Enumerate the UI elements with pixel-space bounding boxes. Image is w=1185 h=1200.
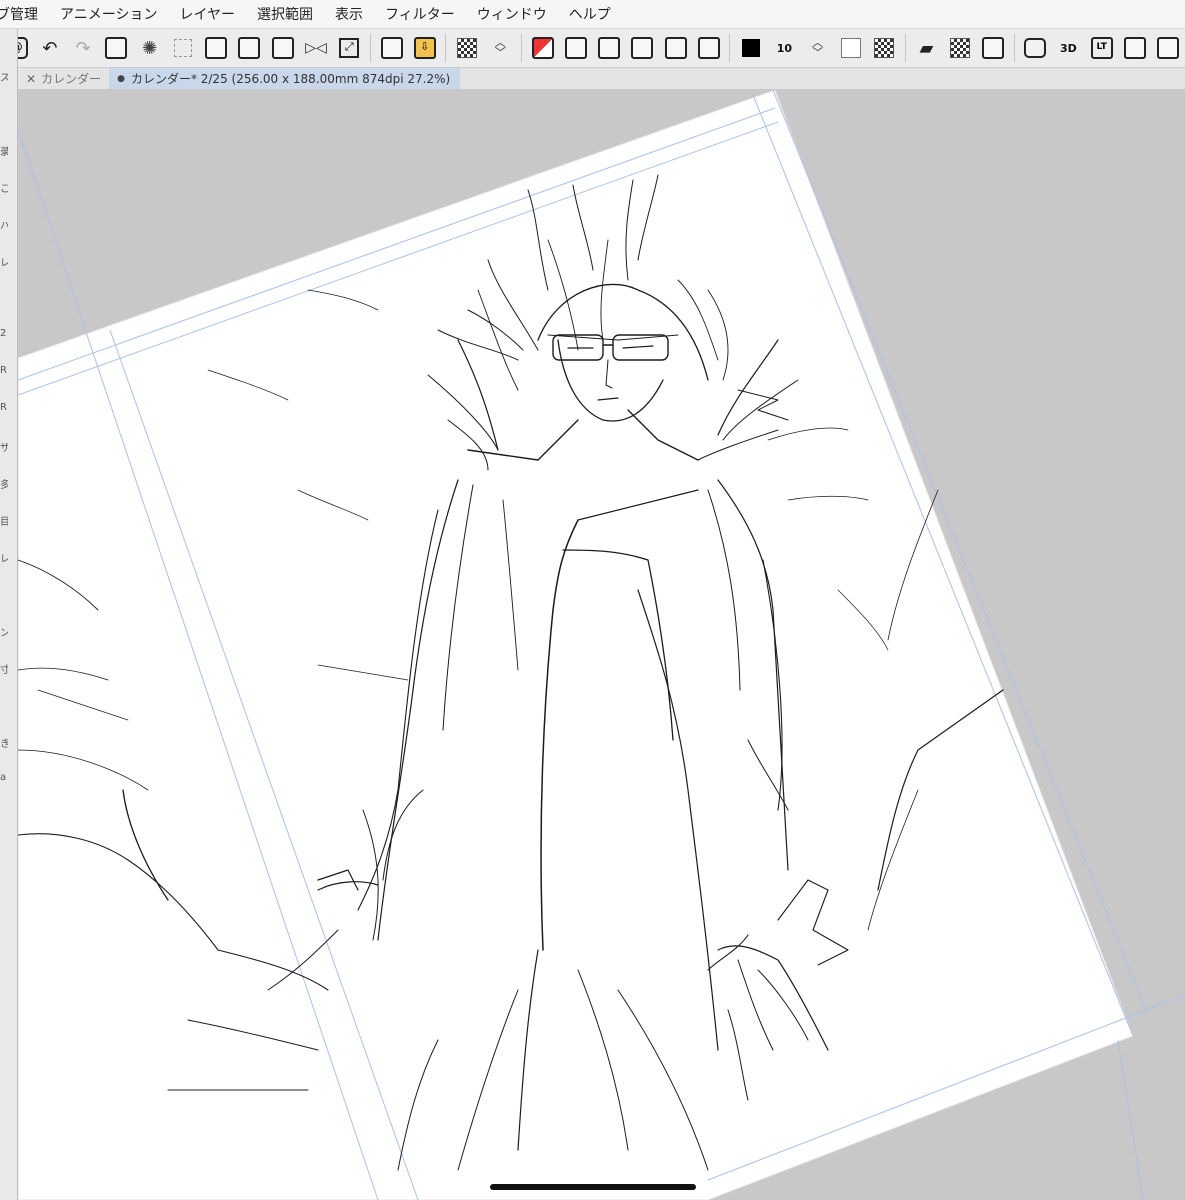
cat-icon[interactable] — [1023, 35, 1048, 61]
command-bar: @↶↷✺▷◁⤢⇩︿﹀10︿﹀▰3DLT — [0, 29, 1185, 68]
updown-icon[interactable]: ︿ ﹀ — [488, 35, 513, 61]
left-panel-fragment: ハ — [0, 221, 8, 232]
menu-item-1[interactable]: アニメーション — [60, 4, 157, 24]
menu-item-7[interactable]: ヘルプ — [569, 4, 611, 24]
tab-calendar[interactable]: ✕ カレンダー — [18, 68, 109, 89]
left-panel-fragment: R — [0, 402, 7, 413]
left-panel-fragment: 录 — [0, 147, 8, 158]
loading-icon[interactable]: ✺ — [137, 35, 162, 61]
menu-item-4[interactable]: 表示 — [335, 4, 363, 24]
left-panel-fragment: き — [0, 739, 8, 750]
toolbar-separator — [729, 34, 731, 62]
close-tab-icon[interactable]: ✕ — [26, 72, 36, 86]
menu-bar: ブ管理 アニメーション レイヤー 選択範囲 表示 フィルター ウィンドウ ヘルプ — [0, 0, 1185, 29]
transparent-icon[interactable] — [872, 35, 897, 61]
layer-export-icon[interactable] — [204, 35, 229, 61]
selection-icon[interactable] — [270, 35, 295, 61]
new-layer-icon[interactable] — [563, 35, 588, 61]
toolbar-separator — [369, 34, 371, 62]
open-folder-icon[interactable]: ▰ — [914, 35, 939, 61]
transform-icon[interactable]: ⤢ — [337, 35, 362, 61]
pen-icon[interactable] — [1156, 35, 1181, 61]
import-gold-icon[interactable]: ⇩ — [412, 35, 437, 61]
unsaved-dot-icon: ● — [117, 73, 125, 84]
brush-size[interactable]: 10 — [772, 35, 797, 61]
vector-layer-icon[interactable] — [596, 35, 621, 61]
main-color-swatch[interactable] — [738, 35, 763, 61]
left-panel-fragment: ス — [0, 73, 8, 84]
clear-selection-icon[interactable] — [170, 35, 195, 61]
tv-icon[interactable] — [1122, 35, 1147, 61]
redo-icon[interactable]: ↷ — [71, 35, 96, 61]
merge-icon[interactable] — [663, 35, 688, 61]
menu-item-5[interactable]: フィルター — [385, 4, 455, 24]
tab-label-active: カレンダー* 2/25 (256.00 x 188.00mm 874dpi 27… — [130, 72, 451, 86]
left-panel-fragment: 目 — [0, 517, 8, 528]
new-layer-red-icon[interactable] — [530, 35, 555, 61]
layer-icon[interactable] — [237, 35, 262, 61]
import-icon[interactable] — [379, 35, 404, 61]
menu-item-3[interactable]: 選択範囲 — [257, 4, 313, 24]
left-panel-fragment: 寸 — [0, 665, 8, 676]
3d-icon[interactable]: 3D — [1056, 35, 1081, 61]
canvas-paper[interactable] — [18, 90, 1134, 1200]
home-indicator — [490, 1184, 696, 1190]
menu-item-0[interactable]: ブ管理 — [0, 4, 38, 24]
left-panel-fragment: a — [0, 772, 7, 783]
undo-icon[interactable]: ↶ — [37, 35, 62, 61]
flip-icon[interactable]: ▷◁ — [303, 35, 328, 61]
document-tab-bar: ✕ カレンダー ● カレンダー* 2/25 (256.00 x 188.00mm… — [18, 68, 1185, 90]
toolbar-separator — [445, 34, 447, 62]
left-panel-fragment: ザ — [0, 443, 8, 454]
updown-icon[interactable]: ︿ ﹀ — [805, 35, 830, 61]
mask-icon[interactable] — [696, 35, 721, 61]
left-panel-fragment: 2 — [0, 328, 7, 339]
lt-icon[interactable]: LT — [1089, 35, 1114, 61]
left-panel-fragment: レ — [0, 258, 8, 269]
tab-calendar-active[interactable]: ● カレンダー* 2/25 (256.00 x 188.00mm 874dpi … — [109, 68, 461, 89]
pattern-icon[interactable] — [947, 35, 972, 61]
menu-item-2[interactable]: レイヤー — [179, 4, 235, 24]
left-panel-fragment: ン — [0, 628, 8, 639]
tab-label: カレンダー — [41, 72, 102, 86]
left-panel-fragment: レ — [0, 554, 8, 565]
left-panel-fragment: 多 — [0, 480, 8, 491]
cube-icon[interactable] — [980, 35, 1005, 61]
toolbar-separator — [520, 34, 522, 62]
canvas-area[interactable] — [18, 90, 1185, 1200]
sub-color-swatch[interactable] — [838, 35, 863, 61]
toolbar-separator — [904, 34, 906, 62]
left-panel: ス录こハレ2RRザ多目レン寸きa — [0, 29, 18, 1200]
folder-layer-icon[interactable] — [630, 35, 655, 61]
toolbar-separator — [1013, 34, 1015, 62]
checker-icon[interactable] — [454, 35, 479, 61]
fill-icon[interactable] — [104, 35, 129, 61]
canvas-svg[interactable] — [18, 90, 1185, 1200]
left-panel-fragment: こ — [0, 184, 8, 195]
left-panel-fragment: R — [0, 365, 7, 376]
menu-item-6[interactable]: ウィンドウ — [477, 4, 547, 24]
